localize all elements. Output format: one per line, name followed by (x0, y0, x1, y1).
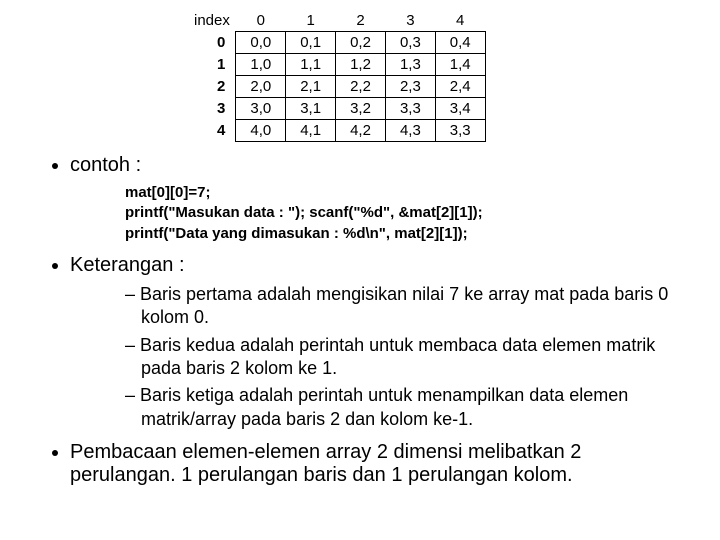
code-line: mat[0][0]=7; (125, 183, 690, 203)
cell: 2,3 (385, 76, 435, 98)
cell: 0,4 (435, 32, 485, 54)
cell: 3,3 (435, 120, 485, 142)
row-header: 1 (180, 54, 236, 76)
cell: 0,1 (286, 32, 336, 54)
cell: 0,3 (385, 32, 435, 54)
code-line: printf("Data yang dimasukan : %d\n", mat… (125, 224, 690, 244)
col-header: 3 (385, 10, 435, 32)
cell: 1,0 (236, 54, 286, 76)
cell: 4,3 (385, 120, 435, 142)
cell: 2,1 (286, 76, 336, 98)
cell: 2,4 (435, 76, 485, 98)
code-block: mat[0][0]=7; printf("Masukan data : "); … (125, 183, 690, 244)
col-header: 2 (336, 10, 386, 32)
cell: 3,1 (286, 98, 336, 120)
cell: 1,3 (385, 54, 435, 76)
matrix-table: index 0 1 2 3 4 0 0,0 0,1 0,2 0,3 0,4 1 … (180, 10, 486, 142)
cell: 3,3 (385, 98, 435, 120)
code-line: printf("Masukan data : "); scanf("%d", &… (125, 203, 690, 223)
row-header: 0 (180, 32, 236, 54)
row-header: 2 (180, 76, 236, 98)
col-header: 1 (286, 10, 336, 32)
cell: 2,0 (236, 76, 286, 98)
index-label: index (180, 10, 236, 32)
bullet-final: Pembacaan elemen-elemen array 2 dimensi … (70, 441, 690, 487)
cell: 1,1 (286, 54, 336, 76)
keterangan-label: Keterangan : (70, 254, 185, 276)
keterangan-item: Baris pertama adalah mengisikan nilai 7 … (125, 283, 690, 330)
matrix-table-wrap: index 0 1 2 3 4 0 0,0 0,1 0,2 0,3 0,4 1 … (180, 10, 690, 142)
cell: 0,0 (236, 32, 286, 54)
contoh-label: contoh : (70, 154, 141, 176)
cell: 4,1 (286, 120, 336, 142)
cell: 4,0 (236, 120, 286, 142)
final-text: Pembacaan elemen-elemen array 2 dimensi … (70, 441, 581, 486)
bullet-keterangan: Keterangan : Baris pertama adalah mengis… (70, 254, 690, 431)
col-header: 4 (435, 10, 485, 32)
keterangan-item: Baris kedua adalah perintah untuk membac… (125, 334, 690, 381)
cell: 1,4 (435, 54, 485, 76)
row-header: 4 (180, 120, 236, 142)
cell: 3,0 (236, 98, 286, 120)
keterangan-item: Baris ketiga adalah perintah untuk menam… (125, 384, 690, 431)
cell: 1,2 (336, 54, 386, 76)
col-header: 0 (236, 10, 286, 32)
cell: 2,2 (336, 76, 386, 98)
row-header: 3 (180, 98, 236, 120)
cell: 0,2 (336, 32, 386, 54)
cell: 3,2 (336, 98, 386, 120)
cell: 4,2 (336, 120, 386, 142)
cell: 3,4 (435, 98, 485, 120)
bullet-contoh: contoh : mat[0][0]=7; printf("Masukan da… (70, 154, 690, 244)
